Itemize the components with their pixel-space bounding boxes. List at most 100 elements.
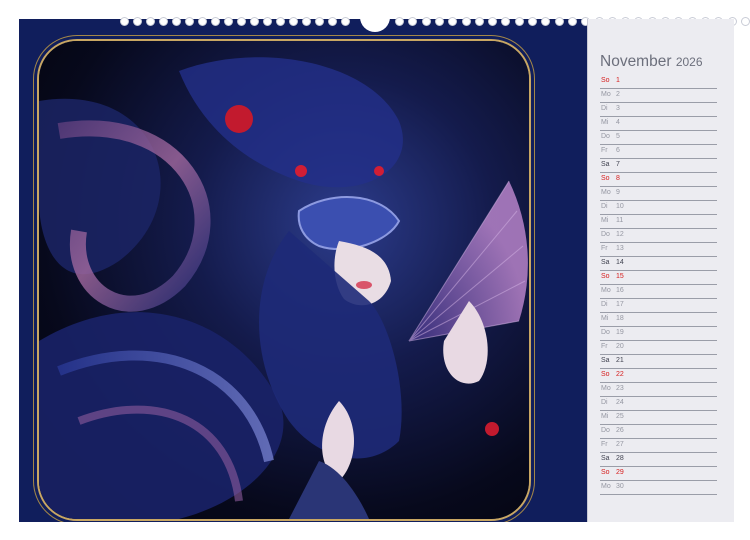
- day-number: 25: [616, 413, 624, 420]
- binding-hole: [224, 17, 233, 26]
- weekday-label: Do: [601, 231, 610, 238]
- binding-hole: [172, 17, 181, 26]
- red-jewel-1: [225, 105, 253, 133]
- day-number: 15: [616, 273, 624, 280]
- day-row: Do 12: [600, 229, 717, 243]
- binding-hole: [408, 17, 418, 26]
- day-row: Mo 16: [600, 285, 717, 299]
- day-row: Sa 21: [600, 355, 717, 369]
- month-header: November 2026: [600, 53, 703, 71]
- weekday-label: Mo: [601, 483, 611, 490]
- binding-hole: [395, 17, 404, 26]
- day-row: Mo 2: [600, 89, 717, 103]
- day-row: Mi 4: [600, 117, 717, 131]
- weekday-label: Mo: [601, 91, 611, 98]
- binding-hole: [341, 17, 350, 26]
- day-row: Mi 18: [600, 313, 717, 327]
- binding-hole: [120, 17, 129, 26]
- red-jewel-4: [485, 422, 499, 436]
- weekday-label: Mi: [601, 217, 609, 224]
- day-number: 26: [616, 427, 624, 434]
- weekday-label: Di: [601, 399, 608, 406]
- weekday-label: Do: [601, 329, 610, 336]
- binding-hole: [315, 17, 324, 26]
- lips: [356, 281, 372, 289]
- binding-hole: [554, 17, 564, 26]
- day-number: 20: [616, 343, 624, 350]
- day-number: 18: [616, 315, 624, 322]
- day-number: 7: [616, 161, 620, 168]
- binding-hole: [250, 17, 259, 26]
- artwork-illustration: [39, 57, 528, 519]
- weekday-label: So: [601, 175, 610, 182]
- binding-hole: [133, 17, 142, 26]
- headdress: [179, 57, 403, 188]
- artwork-masked-woman-with-fan: [39, 41, 529, 519]
- day-row: So 1: [600, 75, 717, 89]
- weekday-label: Mi: [601, 119, 609, 126]
- weekday-label: Fr: [601, 147, 608, 154]
- day-number: 17: [616, 301, 624, 308]
- binding-hole: [211, 17, 220, 26]
- glove: [289, 461, 369, 519]
- binding-hole: [198, 17, 207, 26]
- day-row: Fr 6: [600, 145, 717, 159]
- day-number: 30: [616, 483, 624, 490]
- day-row: So 15: [600, 271, 717, 285]
- day-number: 3: [616, 105, 620, 112]
- day-row: Do 19: [600, 327, 717, 341]
- binding-hole: [488, 17, 498, 26]
- weekday-label: Di: [601, 105, 608, 112]
- weekday-label: Di: [601, 301, 608, 308]
- day-row: Di 10: [600, 201, 717, 215]
- year: 2026: [675, 55, 703, 69]
- weekday-label: Mi: [601, 315, 609, 322]
- day-row: Di 24: [600, 397, 717, 411]
- day-number: 28: [616, 455, 624, 462]
- day-number: 19: [616, 329, 624, 336]
- binding-hole: [421, 17, 431, 26]
- day-number: 10: [616, 203, 624, 210]
- binding-hole: [514, 17, 524, 26]
- binding-hole: [276, 17, 285, 26]
- day-row: Do 5: [600, 131, 717, 145]
- day-row: Sa 14: [600, 257, 717, 271]
- binding-hole: [159, 17, 168, 26]
- weekday-label: Mo: [601, 385, 611, 392]
- day-row: Fr 20: [600, 341, 717, 355]
- day-number: 12: [616, 231, 624, 238]
- day-row: Mi 11: [600, 215, 717, 229]
- weekday-label: So: [601, 273, 610, 280]
- day-row: So 8: [600, 173, 717, 187]
- day-number: 27: [616, 441, 624, 448]
- binding-hole: [461, 17, 471, 26]
- weekday-label: Sa: [601, 357, 610, 364]
- binding-hole: [302, 17, 311, 26]
- binding-hole: [328, 17, 337, 26]
- day-row: Sa 7: [600, 159, 717, 173]
- weekday-label: Fr: [601, 441, 608, 448]
- weekday-label: Sa: [601, 455, 610, 462]
- day-row: So 29: [600, 467, 717, 481]
- weekday-label: Sa: [601, 259, 610, 266]
- weekday-label: Fr: [601, 343, 608, 350]
- binding-hole: [146, 17, 155, 26]
- weekday-label: Fr: [601, 245, 608, 252]
- binding-hole: [185, 17, 194, 26]
- day-number: 2: [616, 91, 620, 98]
- binding-hole: [448, 17, 458, 26]
- calendar-panel: November 2026 So 1 Mo 2 Di 3 Mi 4 Do 5 Fr 6 Sa 7 So 8 Mo…: [587, 19, 734, 522]
- day-number: 8: [616, 175, 620, 182]
- day-number: 13: [616, 245, 624, 252]
- binding-hole: [474, 17, 484, 26]
- day-row: So 22: [600, 369, 717, 383]
- day-row: Do 26: [600, 425, 717, 439]
- day-row: Fr 13: [600, 243, 717, 257]
- weekday-label: Mo: [601, 189, 611, 196]
- weekday-label: Do: [601, 133, 610, 140]
- binding-hole: [289, 17, 298, 26]
- day-row: Mi 25: [600, 411, 717, 425]
- binding-hole: [541, 17, 551, 26]
- binding-hole: [237, 17, 246, 26]
- day-number: 24: [616, 399, 624, 406]
